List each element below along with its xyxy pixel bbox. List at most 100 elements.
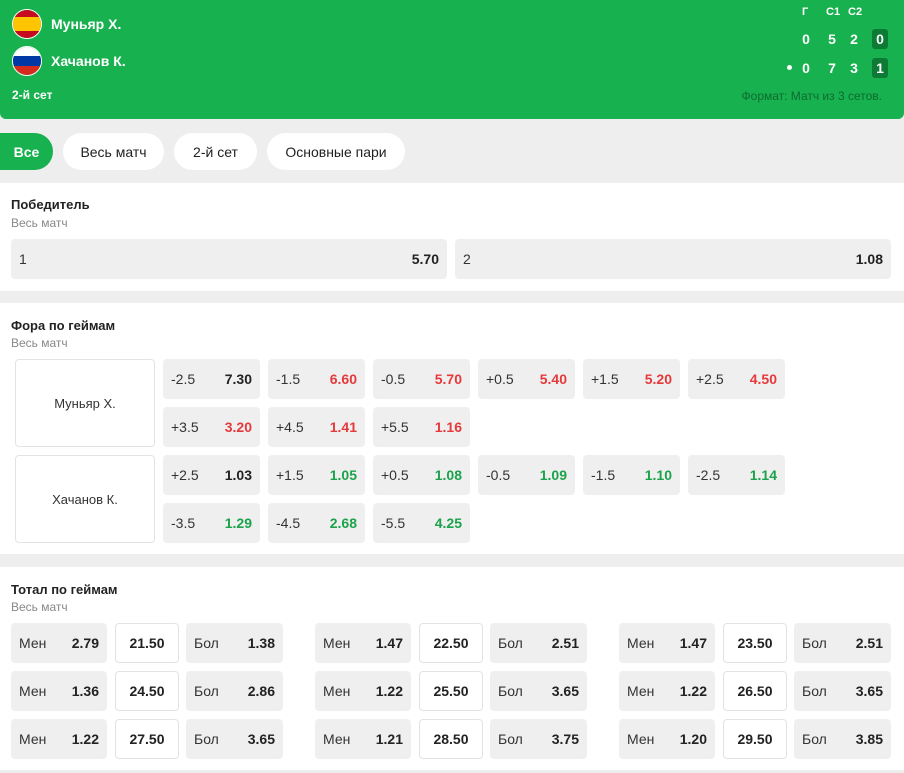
tab-main-bets[interactable]: Основные пари [267, 133, 405, 170]
total-over-button[interactable]: Бол 1.38 [186, 623, 283, 663]
handicap-odds-button[interactable]: +4.5 1.41 [268, 407, 365, 447]
team2-score-set2: 3 [850, 60, 858, 76]
team2-name: Хачанов К. [51, 53, 126, 69]
spain-flag-icon [12, 9, 42, 39]
total-under-button[interactable]: Мен 1.22 [315, 671, 411, 711]
winner-option-1[interactable]: 1 5.70 [11, 239, 447, 279]
total-under-button[interactable]: Мен 1.47 [315, 623, 411, 663]
total-over-button[interactable]: Бол 3.65 [490, 671, 587, 711]
handicap-odds-button[interactable]: +1.5 5.20 [583, 359, 680, 399]
winner-option-2[interactable]: 2 1.08 [455, 239, 891, 279]
handicap-odds-button[interactable]: -5.5 4.25 [373, 503, 470, 543]
total-over-label: Бол [498, 683, 523, 699]
handicap-odds: 5.70 [434, 371, 462, 387]
total-over-button[interactable]: Бол 2.86 [186, 671, 283, 711]
total-over-button[interactable]: Бол 2.51 [794, 623, 891, 663]
handicap-odds-button[interactable]: -1.5 6.60 [268, 359, 365, 399]
tab-full-match[interactable]: Весь матч [63, 133, 164, 170]
total-under-odds: 1.47 [679, 635, 707, 651]
total-over-label: Бол [194, 635, 219, 651]
total-under-button[interactable]: Мен 1.22 [11, 719, 107, 759]
winner-option-2-odds: 1.08 [855, 251, 883, 267]
total-under-odds: 1.20 [679, 731, 707, 747]
handicap-subtitle: Весь матч [11, 336, 68, 350]
total-line-value: 25.50 [419, 671, 483, 711]
total-over-button[interactable]: Бол 2.51 [490, 623, 587, 663]
current-set-label: 2-й сет [12, 88, 53, 102]
total-under-odds: 1.47 [375, 635, 403, 651]
handicap-odds: 4.25 [434, 515, 462, 531]
handicap-line: -3.5 [171, 515, 196, 531]
team2-score-current: 1 [872, 58, 888, 78]
total-over-button[interactable]: Бол 3.75 [490, 719, 587, 759]
total-under-odds: 1.22 [375, 683, 403, 699]
handicap-odds: 1.08 [434, 467, 462, 483]
handicap-odds-button[interactable]: -3.5 1.29 [163, 503, 260, 543]
total-over-label: Бол [802, 683, 827, 699]
handicap-odds: 1.03 [224, 467, 252, 483]
total-over-odds: 3.65 [551, 683, 579, 699]
total-under-button[interactable]: Мен 1.20 [619, 719, 715, 759]
total-over-label: Бол [802, 731, 827, 747]
total-over-button[interactable]: Бол 3.85 [794, 719, 891, 759]
tab-all[interactable]: Все [0, 133, 53, 170]
handicap-title: Фора по геймам [11, 318, 116, 333]
handicap-odds-button[interactable]: -2.5 1.14 [688, 455, 785, 495]
handicap-odds: 3.20 [224, 419, 252, 435]
handicap-odds-button[interactable]: +0.5 5.40 [478, 359, 575, 399]
totals-market: Тотал по геймам Весь матч Мен 2.79 21.50 Бо… [0, 567, 904, 770]
total-over-button[interactable]: Бол 3.65 [186, 719, 283, 759]
total-under-button[interactable]: Мен 2.79 [11, 623, 107, 663]
total-over-odds: 3.75 [551, 731, 579, 747]
handicap-line: -5.5 [381, 515, 406, 531]
totals-title: Тотал по геймам [11, 582, 118, 597]
total-line-value: 22.50 [419, 623, 483, 663]
winner-option-1-label: 1 [19, 251, 27, 267]
handicap-odds: 1.09 [539, 467, 567, 483]
handicap-odds-button[interactable]: -0.5 1.09 [478, 455, 575, 495]
total-over-odds: 2.86 [247, 683, 275, 699]
total-line-value: 23.50 [723, 623, 787, 663]
handicap-player-2: Хачанов К. [15, 455, 155, 543]
handicap-market: Фора по геймам Весь матч Муньяр Х. Хачан… [0, 303, 904, 554]
handicap-player-1: Муньяр Х. [15, 359, 155, 447]
total-under-button[interactable]: Мен 1.47 [619, 623, 715, 663]
score-header-set1: С1 [826, 6, 841, 18]
team1-score-set1: 5 [828, 31, 836, 47]
handicap-line: -4.5 [276, 515, 301, 531]
handicap-odds-button[interactable]: +0.5 1.08 [373, 455, 470, 495]
totals-subtitle: Весь матч [11, 600, 68, 614]
handicap-odds: 1.41 [329, 419, 357, 435]
total-over-odds: 2.51 [855, 635, 883, 651]
handicap-line: +2.5 [171, 467, 199, 483]
handicap-odds-button[interactable]: +5.5 1.16 [373, 407, 470, 447]
handicap-odds-button[interactable]: -1.5 1.10 [583, 455, 680, 495]
handicap-odds-button[interactable]: -4.5 2.68 [268, 503, 365, 543]
handicap-odds-button[interactable]: +3.5 3.20 [163, 407, 260, 447]
total-over-odds: 3.65 [855, 683, 883, 699]
handicap-odds-button[interactable]: +2.5 1.03 [163, 455, 260, 495]
team2-score-set1: 7 [828, 60, 836, 76]
total-line-value: 28.50 [419, 719, 483, 759]
handicap-odds-button[interactable]: -2.5 7.30 [163, 359, 260, 399]
total-under-button[interactable]: Мен 1.36 [11, 671, 107, 711]
team2-row: Хачанов К. [12, 46, 126, 76]
winner-option-2-label: 2 [463, 251, 471, 267]
total-line-value: 26.50 [723, 671, 787, 711]
total-under-label: Мен [627, 635, 655, 651]
score-header-games: Г [802, 6, 809, 18]
total-over-odds: 1.38 [247, 635, 275, 651]
total-under-label: Мен [323, 731, 351, 747]
handicap-odds-button[interactable]: +2.5 4.50 [688, 359, 785, 399]
total-over-button[interactable]: Бол 3.65 [794, 671, 891, 711]
team1-score-current: 0 [872, 29, 888, 49]
total-under-button[interactable]: Мен 1.22 [619, 671, 715, 711]
total-under-odds: 1.21 [375, 731, 403, 747]
tab-second-set[interactable]: 2-й сет [174, 133, 257, 170]
team1-score-set2: 2 [850, 31, 858, 47]
handicap-odds-button[interactable]: -0.5 5.70 [373, 359, 470, 399]
total-over-label: Бол [498, 731, 523, 747]
total-under-button[interactable]: Мен 1.21 [315, 719, 411, 759]
handicap-odds-button[interactable]: +1.5 1.05 [268, 455, 365, 495]
handicap-line: -2.5 [171, 371, 196, 387]
